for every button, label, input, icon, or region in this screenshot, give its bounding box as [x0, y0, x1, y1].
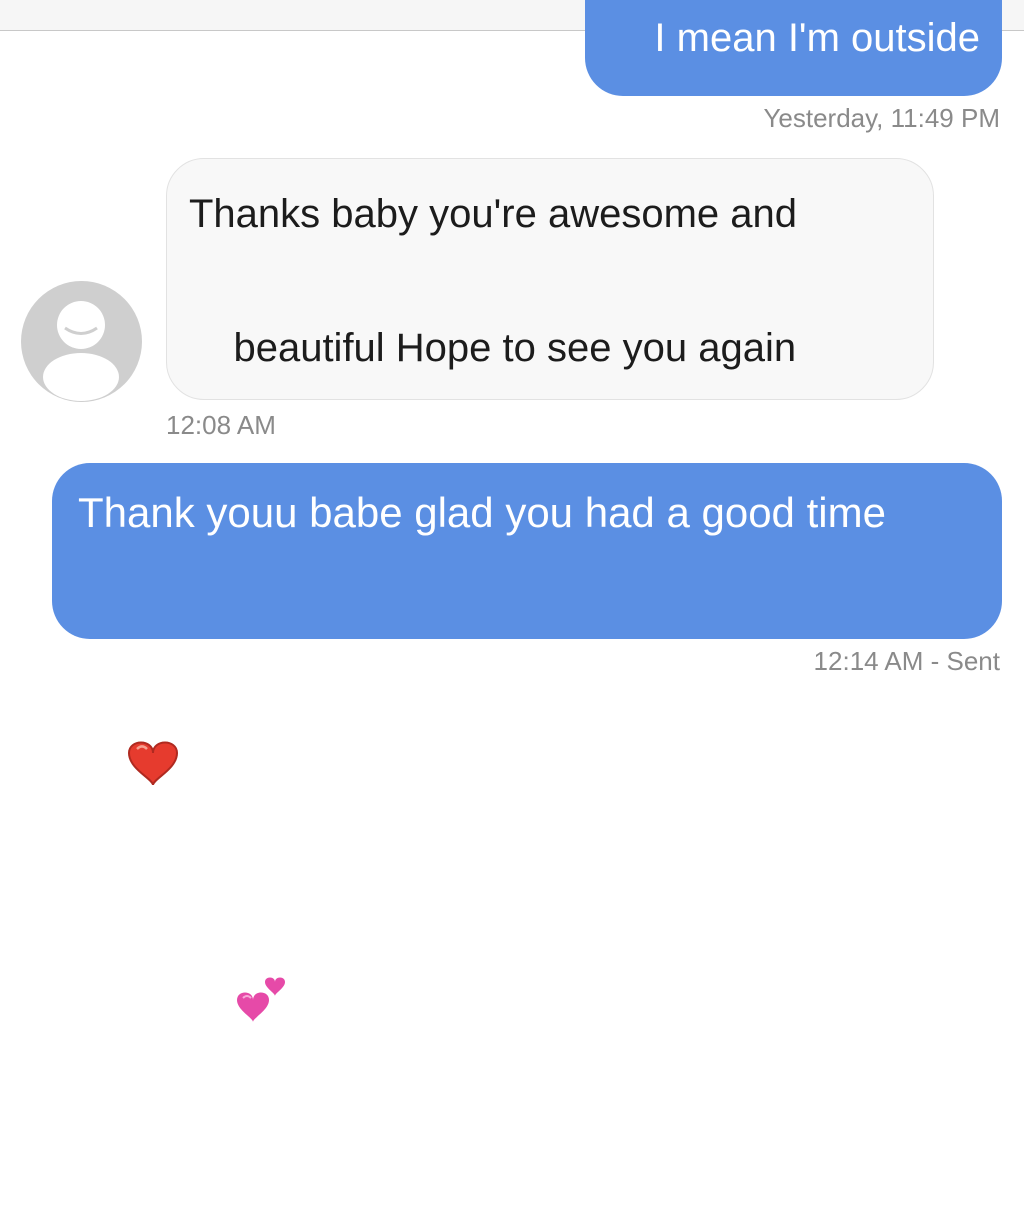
outgoing-message-bubble[interactable]: Thank youu babe glad you had a good time [52, 463, 1002, 786]
message-text: Thank youu babe glad you had a good time [78, 489, 886, 536]
message-emoji-line-2 [78, 545, 978, 979]
red-heart-icon [125, 609, 195, 915]
message-timestamp: Yesterday, 11:49 PM [763, 103, 1000, 133]
message-timestamp: 12:14 AM - Sent [813, 646, 1000, 676]
outgoing-message-bubble[interactable]: I mean I'm outside [585, 0, 1002, 96]
message-text: I mean I'm outside [654, 16, 980, 60]
message-timestamp: 12:08 AM [166, 410, 276, 440]
contact-avatar[interactable] [21, 281, 142, 402]
message-text-line-1: Thanks baby you're awesome and [189, 192, 797, 236]
message-text-line-2: beautiful Hope to see you again [233, 326, 797, 370]
incoming-message-bubble[interactable]: Thanks baby you're awesome and beautiful… [166, 158, 934, 1022]
person-icon [43, 301, 119, 401]
